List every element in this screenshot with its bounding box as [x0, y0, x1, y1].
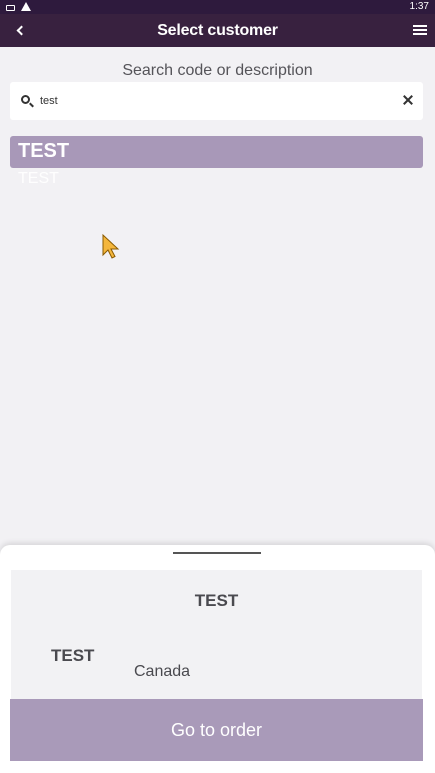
- page-title: Select customer: [157, 22, 278, 39]
- alert-icon: [21, 2, 31, 11]
- mouse-cursor-icon: [102, 233, 120, 259]
- customer-description: TEST: [18, 170, 59, 187]
- go-to-order-button[interactable]: Go to order: [10, 699, 423, 761]
- menu-icon-line: [413, 33, 427, 35]
- customer-list-item[interactable]: TEST: [10, 136, 423, 168]
- select-customer-screen: 1:37 Select customer Search code or desc…: [0, 0, 435, 773]
- menu-icon-line: [413, 29, 427, 31]
- clear-icon[interactable]: [401, 93, 415, 107]
- customer-code: TEST: [18, 140, 70, 162]
- search-icon: [21, 95, 30, 104]
- summary-customer-code: TEST: [51, 646, 95, 665]
- search-label: Search code or description: [122, 62, 313, 79]
- status-icons: [6, 1, 31, 11]
- status-bar: 1:37: [0, 0, 435, 14]
- menu-button[interactable]: [413, 23, 427, 37]
- summary-country: Canada: [134, 663, 191, 680]
- sheet-drag-handle[interactable]: [173, 552, 261, 554]
- menu-icon-line: [413, 25, 427, 27]
- keyboard-icon: [6, 4, 15, 11]
- sheet-title: TEST: [194, 591, 239, 610]
- status-time: 1:37: [409, 1, 429, 12]
- search-input[interactable]: [40, 92, 380, 110]
- search-box[interactable]: [10, 82, 423, 120]
- customer-bottom-sheet: TEST TEST Canada Go to order: [0, 545, 435, 773]
- app-bar: Select customer: [0, 14, 435, 47]
- customer-summary-card: TEST TEST Canada: [11, 570, 422, 705]
